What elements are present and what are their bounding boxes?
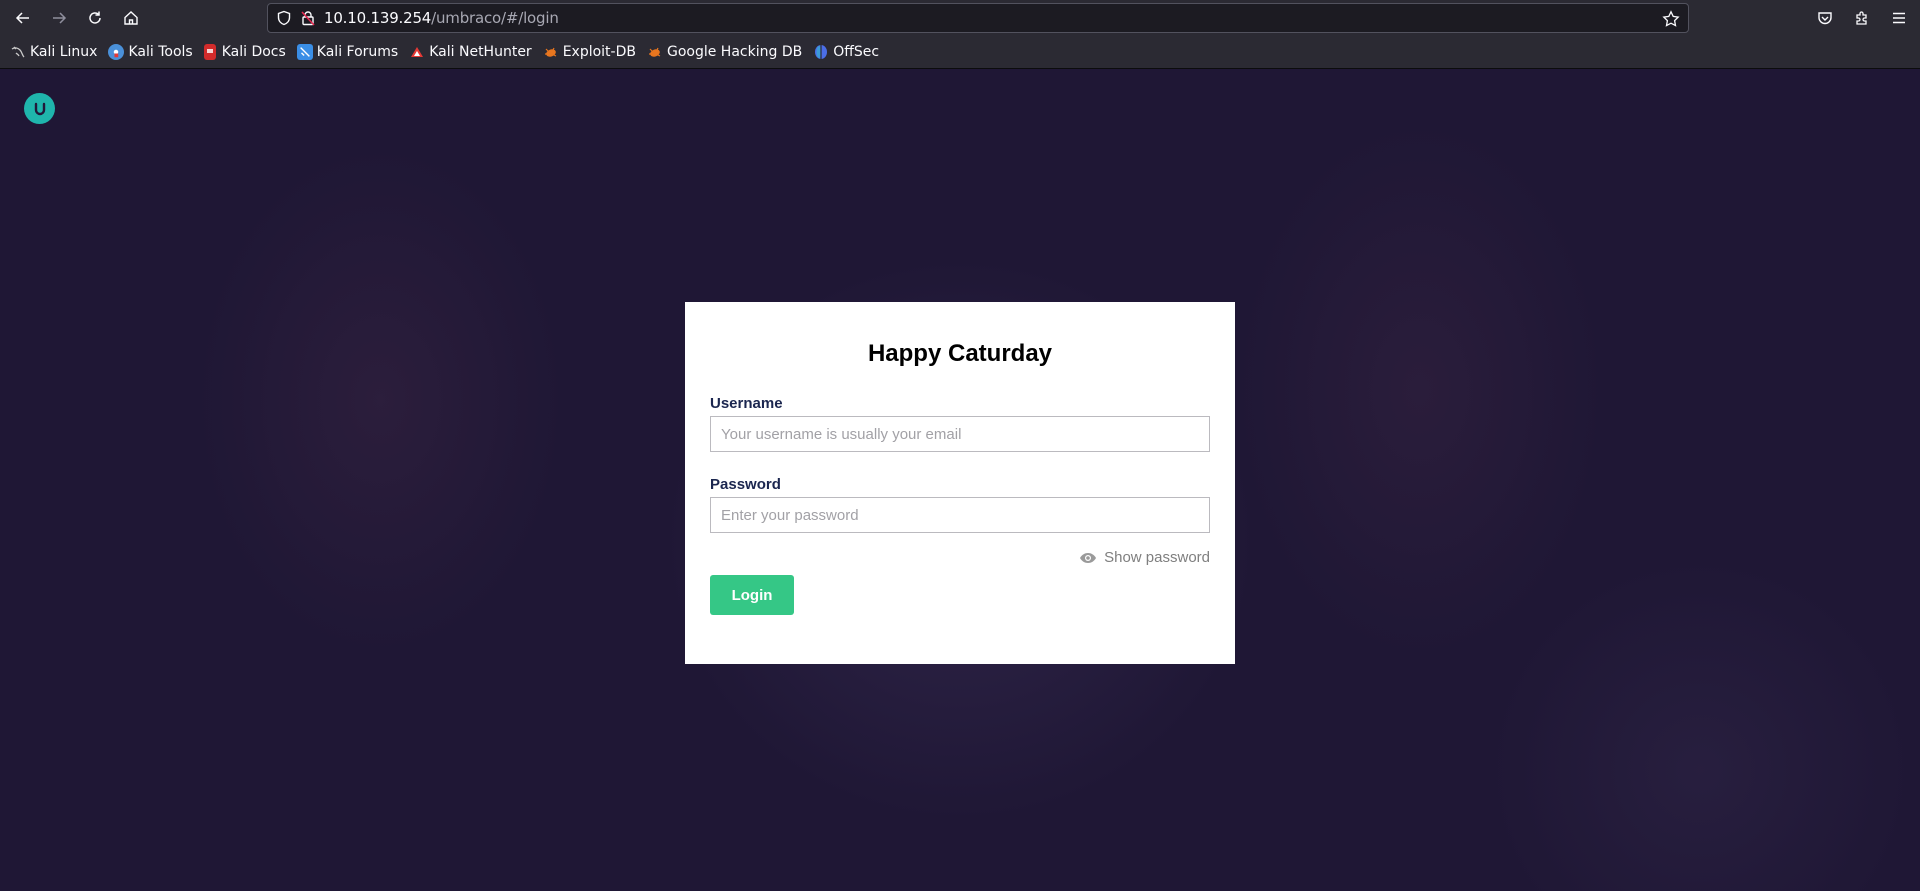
umbraco-login-page: Happy Caturday Username Password Show pa… [0,70,1920,891]
bookmarks-bar: Kali Linux Kali Tools Kali Docs Kali For… [0,36,1920,69]
kali-nethunter-icon [409,44,425,60]
bookmark-exploit-db[interactable]: Exploit-DB [543,44,636,60]
password-label: Password [710,476,781,493]
home-button[interactable] [113,0,149,36]
arrow-right-icon [53,12,67,24]
bookmark-kali-linux[interactable]: Kali Linux [10,44,97,60]
home-icon [124,11,138,25]
password-input[interactable] [711,498,1209,532]
umbraco-logo[interactable] [24,93,55,124]
url-text[interactable]: 10.10.139.254/umbraco/#/login [324,9,559,27]
login-button[interactable]: Login [710,575,794,615]
username-field-wrapper [710,416,1210,452]
bookmark-star-icon[interactable] [1662,10,1680,28]
pocket-button[interactable] [1806,0,1843,36]
arrow-left-icon [15,12,29,24]
toolbar-right-icons [1806,0,1920,36]
kali-docs-icon [203,44,216,60]
forward-button[interactable] [41,0,77,36]
bookmark-label: Kali Docs [221,44,286,60]
url-bar[interactable]: 10.10.139.254/umbraco/#/login [267,3,1689,33]
bookmark-label: Kali Forums [316,44,399,60]
show-password-toggle[interactable]: Show password [1079,549,1210,566]
reload-icon [89,11,101,24]
bookmark-offsec[interactable]: OffSec [813,44,879,60]
kali-forums-icon [296,44,313,60]
eye-icon [1080,552,1097,563]
url-path: /umbraco/#/login [431,9,559,27]
bookmark-kali-nethunter[interactable]: Kali NetHunter [409,44,532,60]
bookmark-label: Google Hacking DB [666,44,803,60]
hamburger-menu-icon [1892,12,1905,24]
exploit-db-bug-icon [543,44,559,60]
username-label: Username [710,395,783,412]
pocket-icon [1817,12,1832,25]
bookmark-google-hacking-db[interactable]: Google Hacking DB [647,44,802,60]
bookmark-label: Kali Linux [30,44,98,60]
username-input[interactable] [711,417,1209,451]
login-title: Happy Caturday [867,340,1053,367]
back-button[interactable] [5,0,41,36]
bookmark-kali-tools[interactable]: Kali Tools [108,44,193,60]
bookmark-label: OffSec [833,44,880,60]
umbraco-u-icon [34,102,45,115]
bookmark-label: Kali Tools [128,44,193,60]
bookmark-kali-forums[interactable]: Kali Forums [296,44,399,60]
login-card: Happy Caturday Username Password Show pa… [685,302,1235,664]
app-menu-button[interactable] [1880,0,1917,36]
ghdb-bug-icon [647,44,663,60]
kali-tools-icon [108,44,125,60]
offsec-icon [813,44,829,60]
show-password-label: Show password [1104,549,1210,566]
bookmark-kali-docs[interactable]: Kali Docs [203,44,286,60]
browser-toolbar: 10.10.139.254/umbraco/#/login [0,0,1920,36]
bookmark-label: Kali NetHunter [429,44,532,60]
tracking-shield-icon[interactable] [276,10,292,26]
insecure-lock-icon[interactable] [300,10,316,26]
puzzle-piece-icon [1855,11,1867,25]
kali-dragon-icon [10,44,26,60]
bookmark-label: Exploit-DB [562,44,636,60]
url-host: 10.10.139.254 [324,9,432,27]
password-field-wrapper [710,497,1210,533]
reload-button[interactable] [77,0,113,36]
extensions-button[interactable] [1843,0,1880,36]
